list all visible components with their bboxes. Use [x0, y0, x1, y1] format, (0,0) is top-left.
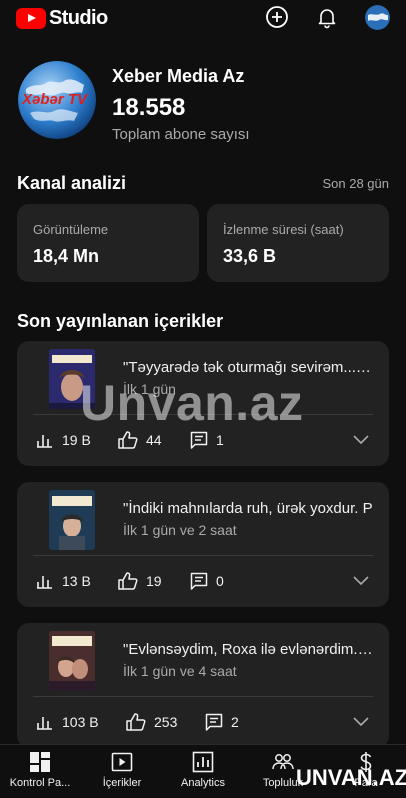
divider: [33, 696, 373, 697]
create-icon[interactable]: [265, 5, 289, 29]
divider: [33, 555, 373, 556]
video-thumbnail[interactable]: [49, 631, 95, 691]
recent-content-title: Son yayınlanan içerikler: [17, 311, 224, 331]
video-age: İlk 1 gün ve 4 saat: [123, 663, 237, 679]
watch-time-value: 33,6 B: [223, 246, 277, 266]
comments-count: 2: [231, 714, 239, 730]
nav-dashboard[interactable]: Kontrol Pa...: [5, 751, 75, 789]
views-label: Görüntüleme: [33, 222, 109, 237]
video-card[interactable]: "Evlənsəydim, Roxa ilə evlənərdim. O İlk…: [17, 623, 389, 748]
subscriber-label: Toplam abone sayısı: [112, 126, 250, 143]
likes-metric: 44: [118, 431, 162, 449]
comments-metric: 2: [205, 713, 239, 731]
views-count: 103 B: [62, 714, 99, 730]
dashboard-icon: [30, 752, 50, 772]
community-icon: [272, 754, 294, 770]
likes-count: 253: [154, 714, 178, 730]
video-thumbnail[interactable]: [49, 490, 95, 550]
video-title[interactable]: "Evlənsəydim, Roxa ilə evlənərdim. O: [123, 641, 373, 658]
nav-label: Kontrol Pa...: [9, 777, 71, 789]
nav-content[interactable]: İçerikler: [87, 751, 157, 789]
chevron-down-icon[interactable]: [353, 717, 369, 727]
chevron-down-icon[interactable]: [353, 576, 369, 586]
likes-count: 19: [146, 573, 162, 589]
watch-time-card[interactable]: İzlenme süresi (saat) 33,6 B: [207, 204, 389, 282]
like-icon: [118, 431, 138, 449]
views-metric: 13 B: [36, 572, 91, 590]
analytics-period[interactable]: Son 28 gün: [322, 176, 389, 191]
analytics-icon: [192, 751, 214, 773]
views-count: 13 B: [62, 573, 91, 589]
watch-time-label: İzlenme süresi (saat): [223, 222, 344, 237]
nav-label: Analytics: [180, 777, 226, 789]
views-bar-icon: [37, 435, 52, 448]
views-bar-icon: [37, 576, 52, 589]
likes-count: 44: [146, 432, 162, 448]
views-bar-icon: [37, 717, 52, 730]
comments-metric: 0: [190, 572, 224, 590]
like-icon: [126, 713, 146, 731]
likes-metric: 253: [126, 713, 177, 731]
channel-avatar[interactable]: Xəbər TV: [18, 61, 96, 139]
nav-analytics[interactable]: Analytics: [168, 751, 238, 789]
comment-icon: [205, 713, 223, 731]
likes-metric: 19: [118, 572, 162, 590]
content-icon: [111, 752, 133, 772]
analytics-title: Kanal analizi: [17, 173, 127, 193]
video-age: İlk 1 gün ve 2 saat: [123, 522, 237, 538]
comment-icon: [190, 431, 208, 449]
comments-count: 0: [216, 573, 224, 589]
views-count: 19 B: [62, 432, 91, 448]
views-value: 18,4 Mn: [33, 246, 100, 266]
bell-icon[interactable]: [315, 5, 339, 29]
nav-label: İçerikler: [102, 777, 142, 789]
youtube-logo-icon: [16, 8, 46, 29]
watermark: Unvan.az: [80, 375, 304, 431]
views-card[interactable]: Görüntüleme 18,4 Mn: [17, 204, 199, 282]
watermark-corner: UNVAN.AZ: [296, 765, 406, 790]
video-card[interactable]: "İndiki mahnılarda ruh, ürək yoxdur. P İ…: [17, 482, 389, 607]
comments-count: 1: [216, 432, 224, 448]
channel-avatar-text: Xəbər TV: [22, 91, 88, 108]
views-metric: 19 B: [36, 431, 91, 449]
views-metric: 103 B: [36, 713, 99, 731]
account-avatar[interactable]: [365, 5, 390, 30]
chevron-down-icon[interactable]: [353, 435, 369, 445]
studio-logo[interactable]: Studio: [16, 7, 108, 30]
channel-name: Xeber Media Az: [112, 66, 245, 86]
video-title[interactable]: "İndiki mahnılarda ruh, ürək yoxdur. P: [123, 500, 373, 517]
comments-metric: 1: [190, 431, 224, 449]
like-icon: [118, 572, 138, 590]
comment-icon: [190, 572, 208, 590]
subscriber-count: 18.558: [112, 94, 186, 121]
top-bar: Studio: [0, 0, 406, 36]
logo-text: Studio: [49, 7, 108, 29]
